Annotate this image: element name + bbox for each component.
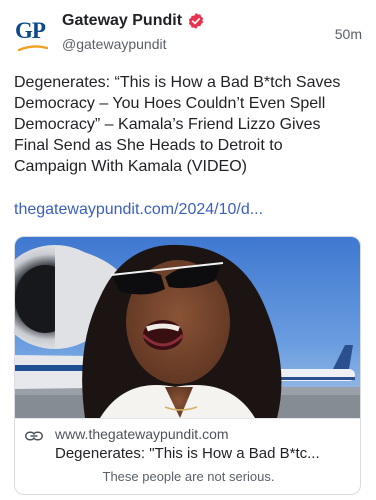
post-text: Degenerates: “This is How a Bad B*tch Sa… xyxy=(14,74,341,175)
handle[interactable]: @gatewaypundit xyxy=(62,36,167,52)
link-chain-icon xyxy=(25,431,43,441)
link-preview-card[interactable]: www.thegatewaypundit.com Degenerates: "T… xyxy=(14,236,361,495)
post[interactable]: GP Gateway Pundit @gatewaypundit 50m Deg… xyxy=(0,0,376,500)
display-name[interactable]: Gateway Pundit xyxy=(62,12,182,30)
avatar-logo-text: GP xyxy=(15,18,46,43)
link-preview-footer[interactable]: www.thegatewaypundit.com Degenerates: "T… xyxy=(15,418,360,494)
avatar-swoosh-icon xyxy=(18,45,48,51)
verified-badge-icon xyxy=(188,13,204,29)
post-header: GP Gateway Pundit @gatewaypundit 50m xyxy=(14,12,362,58)
name-row: Gateway Pundit xyxy=(62,12,205,30)
link-preview-title: Degenerates: "This is How a Bad B*tc... xyxy=(55,445,320,462)
timestamp[interactable]: 50m xyxy=(335,26,362,42)
link-preview-description: These people are not serious. xyxy=(102,469,275,484)
avatar[interactable]: GP xyxy=(14,16,50,52)
link-preview-domain: www.thegatewaypundit.com xyxy=(55,426,229,442)
link-preview-image[interactable] xyxy=(15,237,361,418)
post-link[interactable]: thegatewaypundit.com/2024/10/d... xyxy=(14,201,263,219)
